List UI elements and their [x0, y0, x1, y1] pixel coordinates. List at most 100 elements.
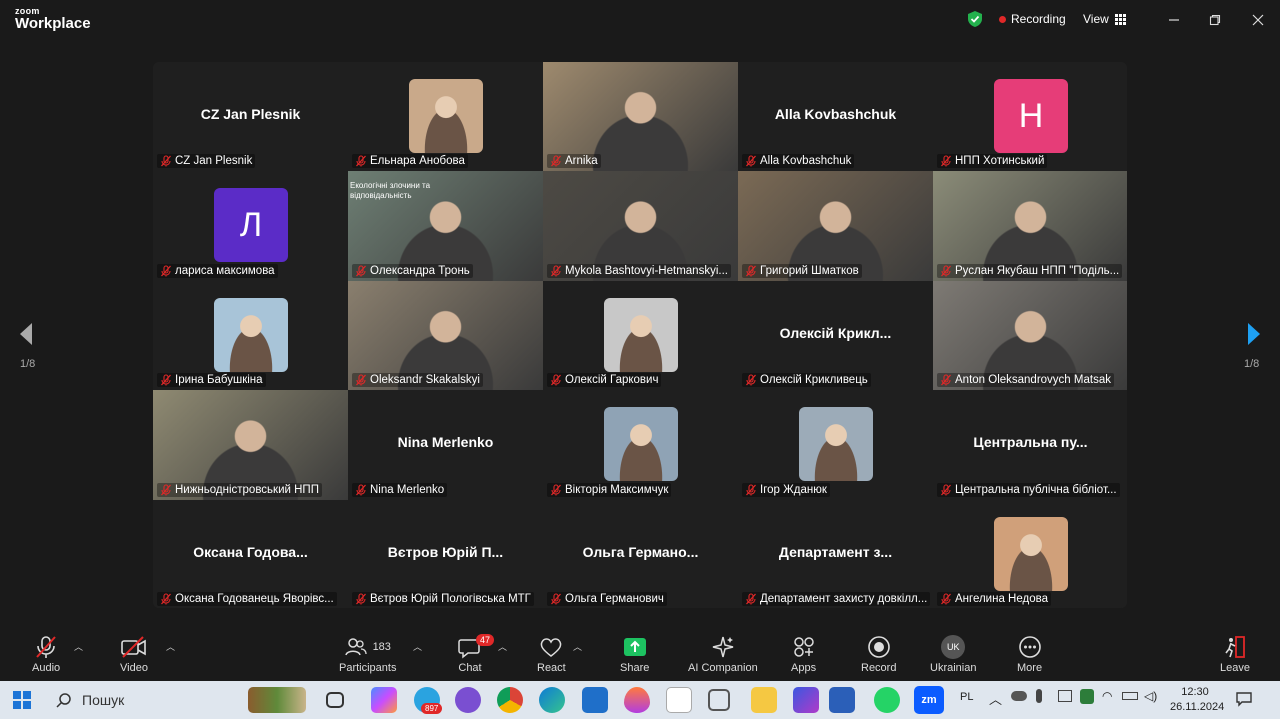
- apps-label: Apps: [791, 662, 817, 674]
- react-options-chevron-icon[interactable]: ︿: [573, 640, 582, 653]
- language-button[interactable]: UK Ukrainian: [930, 634, 976, 674]
- word-icon[interactable]: [829, 687, 855, 713]
- next-page-arrow-icon[interactable]: [1246, 322, 1262, 346]
- participant-tile[interactable]: Екологічні злочини та відповідальність Ол…: [348, 171, 543, 281]
- participant-tile[interactable]: Григорий Шматков: [738, 171, 933, 281]
- participant-tile[interactable]: Ігор Жданюк: [738, 390, 933, 500]
- participant-tile[interactable]: CZ Jan Plesnik CZ Jan Plesnik: [153, 62, 348, 172]
- minimize-button[interactable]: [1164, 10, 1184, 30]
- taskbar-search[interactable]: Пошук: [46, 685, 236, 715]
- participant-tile[interactable]: Олексій Гаркович: [543, 280, 738, 391]
- participant-profile-photo: [799, 407, 873, 482]
- participant-name: Arnika: [565, 155, 598, 168]
- restore-button[interactable]: [1205, 10, 1225, 30]
- participant-tile[interactable]: Alla Kovbashchuk Alla Kovbashchuk: [738, 62, 933, 172]
- participant-label: Оксана Годованець Яворівс...: [157, 591, 337, 606]
- participant-tile[interactable]: Оксана Годова... Оксана Годованець Яворів…: [153, 499, 348, 608]
- participant-tile[interactable]: Ельнара Анобова: [348, 62, 543, 172]
- participant-tile[interactable]: Arnika: [543, 62, 738, 172]
- audio-options-chevron-icon[interactable]: ︿: [74, 640, 83, 653]
- recording-label: Recording: [1011, 12, 1066, 26]
- encryption-shield-icon[interactable]: [966, 10, 984, 28]
- copilot-icon[interactable]: [371, 687, 397, 713]
- keyboard-language[interactable]: PL: [960, 691, 973, 703]
- task-view-icon[interactable]: [326, 692, 344, 708]
- record-button[interactable]: Record: [861, 634, 896, 674]
- participant-tile[interactable]: Департамент з... Департамент захисту довк…: [738, 499, 933, 608]
- battery-icon[interactable]: [1122, 692, 1138, 700]
- more-button[interactable]: More: [1017, 634, 1042, 674]
- participant-name-display: Вєтров Юрій П...: [387, 543, 504, 560]
- chrome-icon[interactable]: [497, 687, 523, 713]
- apps-button[interactable]: Apps: [791, 634, 816, 674]
- windows-start-icon[interactable]: [13, 691, 31, 709]
- participants-options-chevron-icon[interactable]: ︿: [413, 640, 422, 653]
- participant-tile[interactable]: Вєтров Юрій П... Вєтров Юрій Пологівська …: [348, 499, 543, 608]
- ai-companion-button[interactable]: AI Companion: [688, 634, 758, 674]
- microphone-muted-icon: [551, 593, 561, 605]
- video-options-chevron-icon[interactable]: ︿: [166, 640, 175, 653]
- clock[interactable]: 12:30 26.11.2024: [1170, 685, 1224, 715]
- participant-tile[interactable]: Oleksandr Skakalskyi: [348, 280, 543, 391]
- react-button[interactable]: React: [537, 634, 566, 674]
- participant-label: Олексій Крикливець: [742, 373, 871, 388]
- volume-icon[interactable]: ◁): [1144, 689, 1157, 703]
- participant-tile[interactable]: Н НПП Хотинський: [933, 62, 1127, 172]
- edge-icon[interactable]: [539, 687, 565, 713]
- chat-options-chevron-icon[interactable]: ︿: [498, 640, 507, 653]
- view-button[interactable]: View: [1083, 12, 1126, 26]
- video-button[interactable]: Video: [120, 634, 148, 674]
- close-button[interactable]: [1248, 10, 1268, 30]
- participant-tile[interactable]: Ллариса максимова: [153, 171, 348, 281]
- viber-icon[interactable]: [455, 687, 481, 713]
- microphone-muted-icon: [551, 155, 561, 167]
- tray-chevron-icon[interactable]: ︿: [989, 689, 1002, 708]
- media-app-icon[interactable]: [793, 687, 819, 713]
- participant-label: Руслан Якубаш НПП "Поділь...: [937, 263, 1123, 278]
- microphone-muted-icon: [551, 374, 561, 386]
- mail-icon[interactable]: [582, 687, 608, 713]
- participant-tile[interactable]: Олексій Крикл... Олексій Крикливець: [738, 280, 933, 391]
- audio-button[interactable]: Audio: [32, 634, 60, 674]
- package-icon[interactable]: [708, 689, 730, 711]
- participant-label: Вікторія Максимчук: [547, 482, 672, 497]
- participant-name: Департамент захисту довкілл...: [760, 592, 928, 605]
- microphone-tray-icon[interactable]: [1036, 689, 1042, 703]
- participant-tile[interactable]: Руслан Якубаш НПП "Поділь...: [933, 171, 1127, 281]
- notifications-icon[interactable]: [1236, 691, 1252, 707]
- participant-label: Григорий Шматков: [742, 263, 862, 278]
- drop-app-icon[interactable]: [624, 687, 650, 713]
- participant-profile-photo: [409, 79, 483, 153]
- search-highlight-image[interactable]: [248, 687, 306, 713]
- participant-tile[interactable]: Nina Merlenko Nina Merlenko: [348, 390, 543, 500]
- participant-name: Руслан Якубаш НПП "Поділь...: [955, 264, 1120, 277]
- participant-tile[interactable]: Вікторія Максимчук: [543, 390, 738, 500]
- participant-tile[interactable]: Ольга Германо... Ольга Германович: [543, 499, 738, 608]
- previous-page-arrow-icon[interactable]: [18, 322, 34, 346]
- whatsapp-icon[interactable]: [874, 687, 900, 713]
- participant-tile[interactable]: Нижньодністровський НПП: [153, 390, 348, 500]
- react-label: React: [537, 662, 566, 674]
- participant-tile[interactable]: Mykola Bashtovyi-Hetmanskyi...: [543, 171, 738, 281]
- defender-tray-icon[interactable]: [1080, 689, 1094, 704]
- participant-tile[interactable]: Ангелина Недова: [933, 499, 1127, 608]
- zoom-taskbar-icon[interactable]: zm: [914, 686, 944, 714]
- participant-name-display: Alla Kovbashchuk: [774, 106, 897, 122]
- participant-label: Нижньодністровський НПП: [157, 482, 322, 497]
- store-icon[interactable]: [666, 687, 692, 713]
- participant-tile[interactable]: Anton Oleksandrovych Matsak: [933, 280, 1127, 391]
- display-tray-icon[interactable]: [1058, 690, 1072, 702]
- participant-tile[interactable]: Центральна пу... Центральна публічна бібл…: [933, 390, 1127, 500]
- recording-indicator[interactable]: Recording: [999, 12, 1066, 26]
- leave-button[interactable]: Leave: [1220, 634, 1250, 674]
- share-button[interactable]: Share: [620, 634, 649, 674]
- view-label: View: [1083, 12, 1109, 26]
- onedrive-icon[interactable]: [1011, 691, 1027, 701]
- wifi-icon[interactable]: ◠: [1102, 689, 1112, 703]
- file-explorer-icon[interactable]: [751, 687, 777, 713]
- participant-avatar: Л: [214, 188, 288, 263]
- participant-tile[interactable]: Ірина Бабушкіна: [153, 280, 348, 391]
- participants-button[interactable]: 183 Participants: [339, 634, 396, 674]
- participants-icon: [344, 638, 367, 656]
- share-label: Share: [620, 662, 650, 674]
